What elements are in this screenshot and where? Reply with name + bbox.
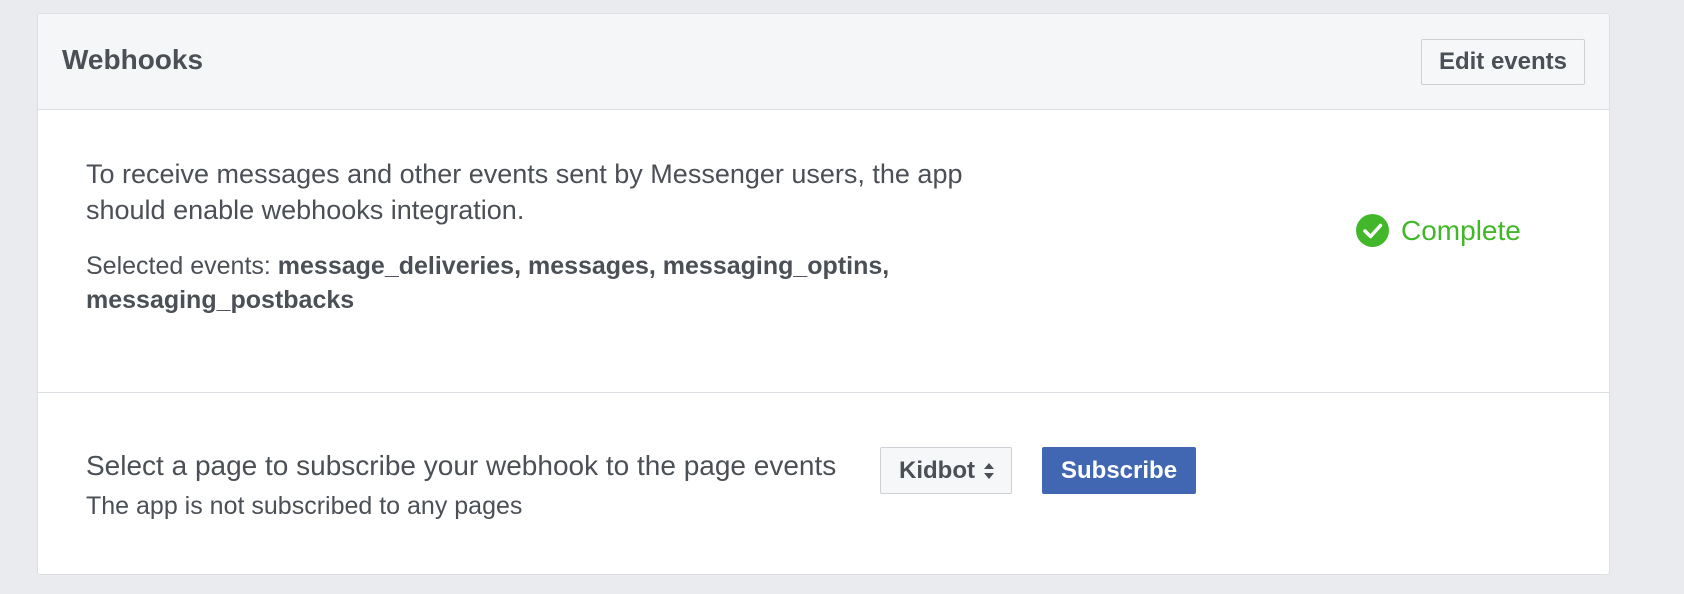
selected-events: Selected events: message_deliveries, mes… <box>86 249 986 317</box>
page-select[interactable]: Kidbot <box>880 447 1012 494</box>
webhooks-panel: Webhooks Edit events To receive messages… <box>37 13 1610 575</box>
integration-section: To receive messages and other events sen… <box>38 110 1609 393</box>
subscribe-button[interactable]: Subscribe <box>1042 447 1197 494</box>
subscription-section: Select a page to subscribe your webhook … <box>38 393 1609 574</box>
panel-header: Webhooks Edit events <box>38 14 1609 110</box>
integration-description: To receive messages and other events sen… <box>86 159 963 225</box>
selected-events-label: Selected events: <box>86 252 271 280</box>
edit-events-button[interactable]: Edit events <box>1420 39 1585 85</box>
page-select-value: Kidbot <box>899 456 975 484</box>
status-text: Complete <box>1401 214 1521 246</box>
status-indicator: Complete <box>1356 214 1521 247</box>
panel-title: Webhooks <box>62 44 204 75</box>
check-circle-icon <box>1356 214 1389 247</box>
subscribe-prompt: Select a page to subscribe your webhook … <box>86 450 837 481</box>
select-arrows-icon <box>983 462 994 479</box>
subscription-status: The app is not subscribed to any pages <box>86 492 523 520</box>
